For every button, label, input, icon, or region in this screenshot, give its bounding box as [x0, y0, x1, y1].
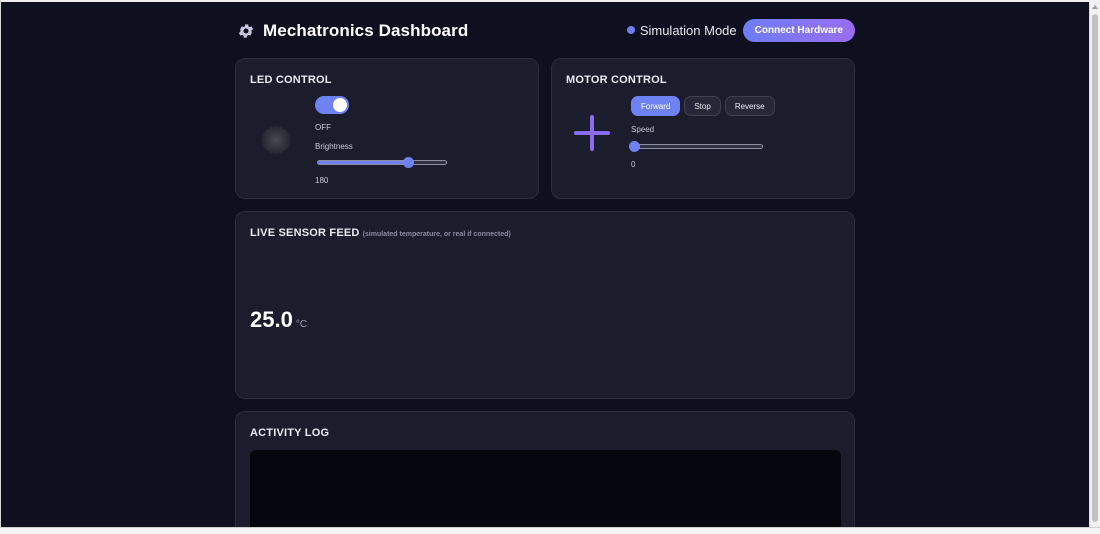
motor-control-title: MOTOR CONTROL	[566, 74, 667, 86]
speed-slider-thumb[interactable]	[629, 141, 640, 152]
app-header: Mechatronics Dashboard Simulation Mode C…	[235, 18, 855, 44]
simulation-mode-label: Simulation Mode	[639, 22, 737, 38]
brightness-slider-fill	[318, 161, 409, 164]
scroll-up-arrow-icon[interactable]	[1092, 5, 1098, 9]
led-toggle-switch[interactable]	[315, 96, 349, 114]
activity-log-card: ACTIVITY LOG	[235, 411, 855, 534]
motor-control-card: MOTOR CONTROL Forward Stop Reverse Speed…	[551, 58, 855, 199]
activity-log-box[interactable]	[250, 450, 841, 534]
temperature-value: 25.0	[250, 307, 293, 332]
status-dot-icon	[626, 26, 635, 34]
motor-plus-icon	[573, 114, 611, 152]
brightness-slider-thumb[interactable]	[403, 157, 415, 168]
live-sensor-card: LIVE SENSOR FEED (simulated temperature, …	[235, 211, 855, 399]
led-state-label: OFF	[315, 123, 331, 132]
toggle-knob	[333, 98, 347, 112]
motor-direction-buttons: Forward Stop Reverse	[631, 96, 779, 116]
reverse-button[interactable]: Reverse	[724, 96, 775, 116]
temperature-unit: °C	[295, 319, 308, 330]
activity-log-title: ACTIVITY LOG	[250, 427, 330, 439]
browser-frame-left	[0, 0, 1, 534]
forward-button[interactable]: Forward	[631, 96, 681, 116]
speed-slider[interactable]	[629, 141, 763, 152]
led-control-title: LED CONTROL	[250, 74, 332, 86]
sensor-feed-title: LIVE SENSOR FEED (simulated temperature, …	[250, 227, 511, 239]
connect-hardware-button[interactable]: Connect Hardware	[742, 18, 855, 42]
sensor-feed-subtitle: (simulated temperature, or real if conne…	[362, 231, 511, 238]
speed-value: 0	[631, 160, 636, 169]
scrollbar-thumb[interactable]	[1092, 14, 1098, 522]
temperature-readout: 25.0 °C	[250, 307, 307, 333]
led-control-card: LED CONTROL OFF Brightness 180	[235, 58, 539, 199]
gear-icon	[237, 22, 255, 40]
browser-frame-top	[0, 0, 1100, 2]
sensor-feed-title-text: LIVE SENSOR FEED	[250, 227, 360, 239]
brightness-slider[interactable]	[317, 157, 447, 168]
browser-frame-bottom	[0, 527, 1100, 534]
brightness-label: Brightness	[315, 142, 353, 151]
stop-button[interactable]: Stop	[684, 96, 721, 116]
brightness-value: 180	[315, 176, 329, 185]
speed-label: Speed	[631, 125, 655, 134]
page-scrollbar[interactable]	[1089, 2, 1100, 527]
led-bulb-icon	[262, 126, 290, 154]
header-actions: Simulation Mode Connect Hardware	[626, 18, 855, 42]
app-title: Mechatronics Dashboard	[263, 21, 469, 40]
